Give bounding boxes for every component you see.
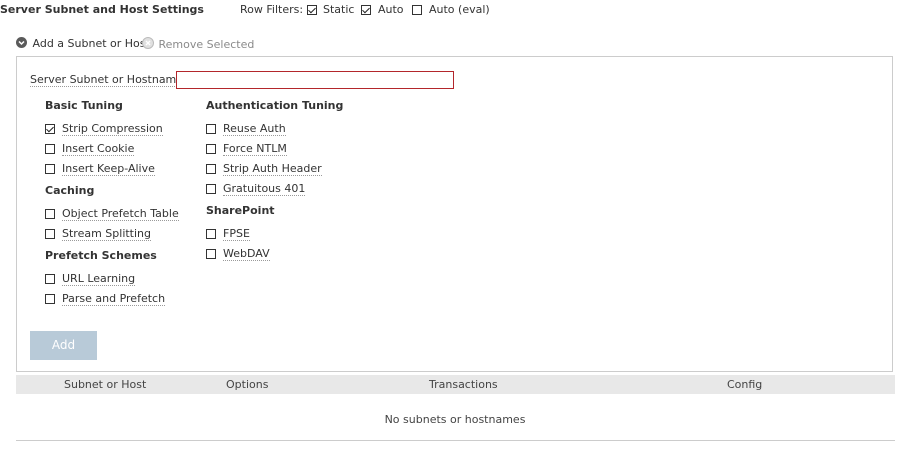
add-subnet-toggle[interactable]: Add a Subnet or Host: [16, 37, 150, 51]
gratuitous-401-label[interactable]: Gratuitous 401: [223, 182, 306, 196]
parse-and-prefetch-label[interactable]: Parse and Prefetch: [62, 292, 166, 306]
insert-keep-alive-label[interactable]: Insert Keep-Alive: [62, 162, 155, 176]
force-ntlm-checkbox[interactable]: [206, 144, 216, 154]
filter-auto-checkbox[interactable]: [361, 5, 371, 15]
parse-and-prefetch-checkbox[interactable]: [45, 294, 55, 304]
reuse-auth-checkbox[interactable]: [206, 124, 216, 134]
object-prefetch-table-label[interactable]: Object Prefetch Table: [62, 207, 179, 221]
add-button[interactable]: Add: [30, 331, 97, 360]
column-transactions[interactable]: Transactions: [429, 378, 498, 391]
authentication-tuning-heading: Authentication Tuning: [206, 99, 344, 112]
strip-compression-checkbox[interactable]: [45, 124, 55, 134]
sharepoint-heading: SharePoint: [206, 204, 275, 217]
strip-auth-header-checkbox[interactable]: [206, 164, 216, 174]
remove-selected-label[interactable]: Remove Selected: [159, 38, 255, 51]
column-options[interactable]: Options: [226, 378, 268, 391]
webdav-checkbox[interactable]: [206, 249, 216, 259]
filter-auto-eval-label[interactable]: Auto (eval): [429, 3, 490, 16]
fpse-label[interactable]: FPSE: [223, 227, 250, 241]
strip-auth-header-label[interactable]: Strip Auth Header: [223, 162, 322, 176]
table-bottom-divider: [16, 440, 895, 441]
column-subnet-or-host[interactable]: Subnet or Host: [64, 378, 146, 391]
table-header: Subnet or Host Options Transactions Conf…: [16, 375, 895, 394]
insert-cookie-checkbox[interactable]: [45, 144, 55, 154]
stream-splitting-checkbox[interactable]: [45, 229, 55, 239]
insert-keep-alive-checkbox[interactable]: [45, 164, 55, 174]
page-title: Server Subnet and Host Settings: [0, 3, 204, 16]
url-learning-checkbox[interactable]: [45, 274, 55, 284]
force-ntlm-label[interactable]: Force NTLM: [223, 142, 287, 156]
fpse-checkbox[interactable]: [206, 229, 216, 239]
filter-static-checkbox[interactable]: [307, 5, 317, 15]
insert-cookie-label[interactable]: Insert Cookie: [62, 142, 135, 156]
filter-static-label[interactable]: Static: [323, 3, 354, 16]
strip-compression-label[interactable]: Strip Compression: [62, 122, 163, 136]
object-prefetch-table-checkbox[interactable]: [45, 209, 55, 219]
prefetch-schemes-heading: Prefetch Schemes: [45, 249, 157, 262]
gratuitous-401-checkbox[interactable]: [206, 184, 216, 194]
remove-selected-action[interactable]: Remove Selected: [142, 37, 254, 51]
reuse-auth-label[interactable]: Reuse Auth: [223, 122, 286, 136]
add-subnet-label[interactable]: Add a Subnet or Host: [33, 37, 150, 50]
caching-heading: Caching: [45, 184, 95, 197]
chevron-down-icon: [16, 37, 27, 48]
stream-splitting-label[interactable]: Stream Splitting: [62, 227, 152, 241]
filter-auto-eval-checkbox[interactable]: [412, 5, 422, 15]
url-learning-label[interactable]: URL Learning: [62, 272, 136, 286]
row-filters-label: Row Filters:: [240, 3, 304, 16]
column-config[interactable]: Config: [727, 378, 762, 391]
filter-auto-label[interactable]: Auto: [378, 3, 404, 16]
remove-icon: [142, 37, 154, 49]
basic-tuning-heading: Basic Tuning: [45, 99, 123, 112]
host-field-label: Server Subnet or Hostname:: [30, 73, 187, 87]
empty-table-message: No subnets or hostnames: [384, 413, 526, 426]
host-input[interactable]: [176, 71, 454, 89]
webdav-label[interactable]: WebDAV: [223, 247, 270, 261]
